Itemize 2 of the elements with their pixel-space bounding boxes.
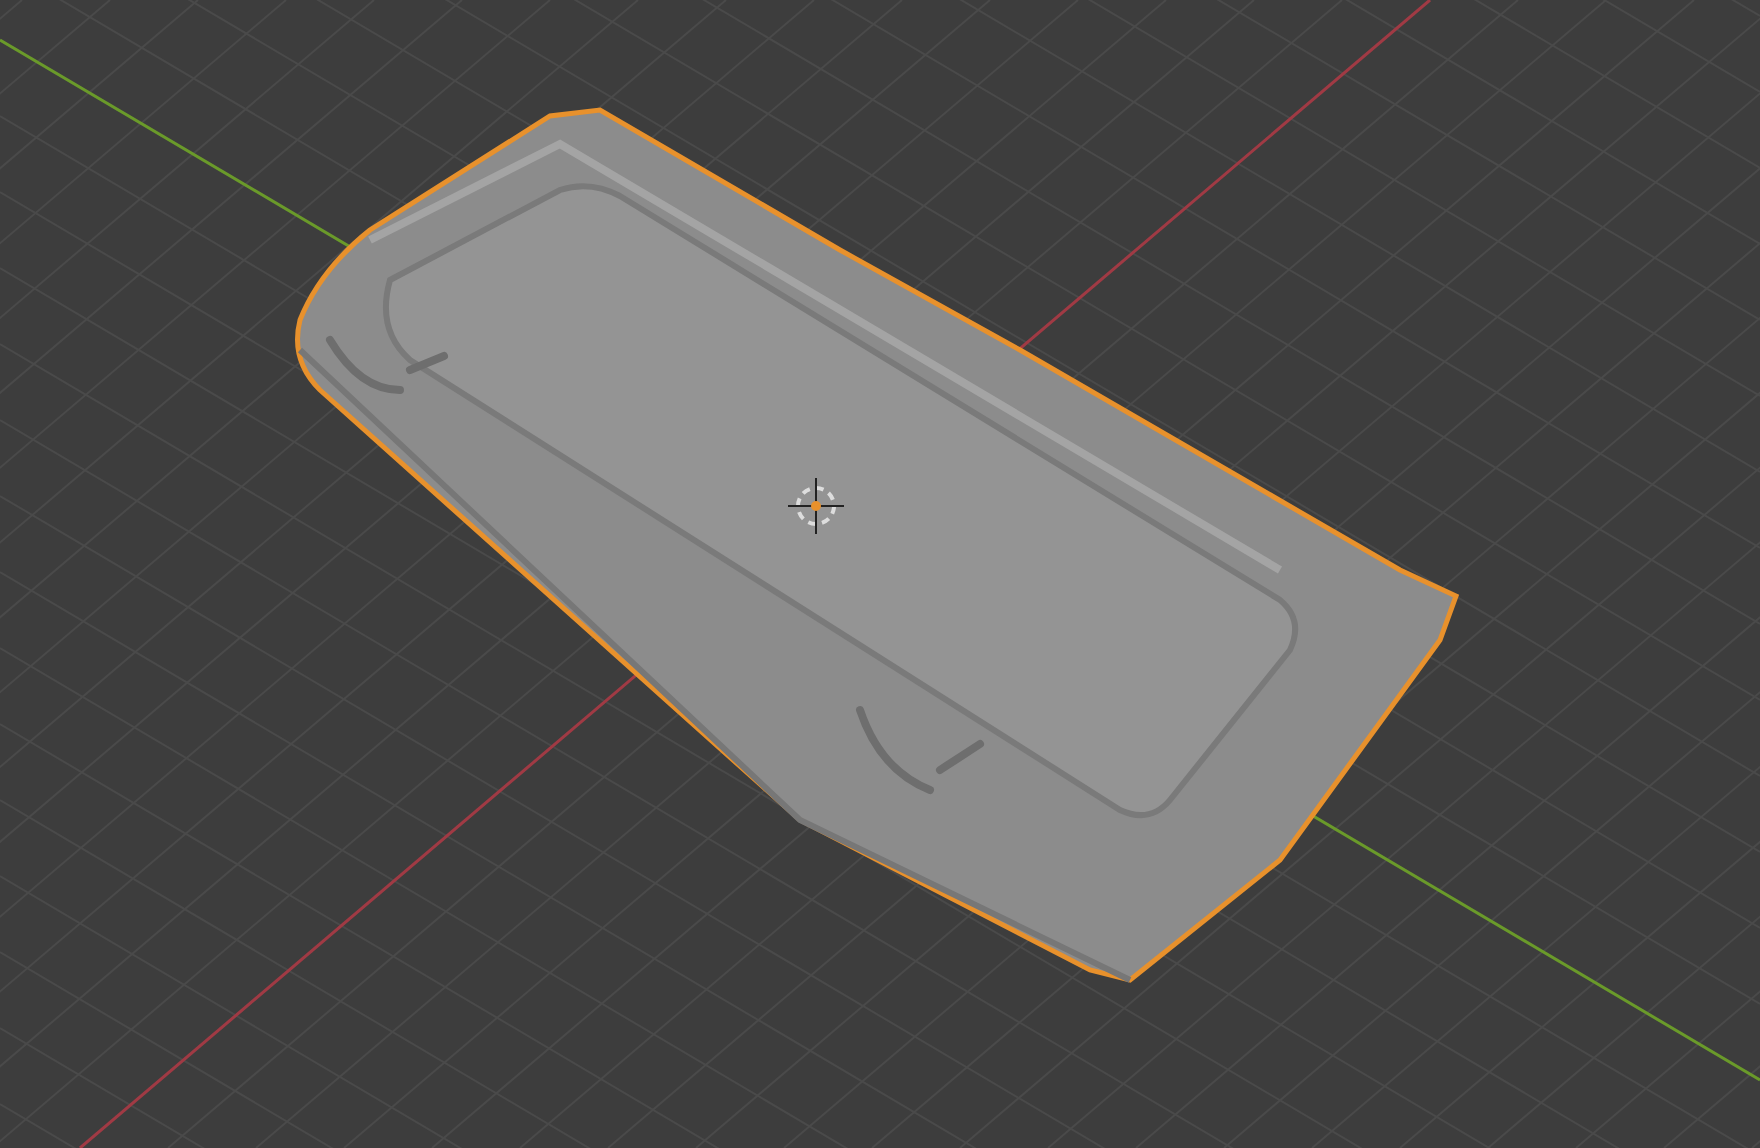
scanned-tray-drawing[interactable] <box>295 107 1459 983</box>
3d-cursor-icon <box>787 477 845 535</box>
